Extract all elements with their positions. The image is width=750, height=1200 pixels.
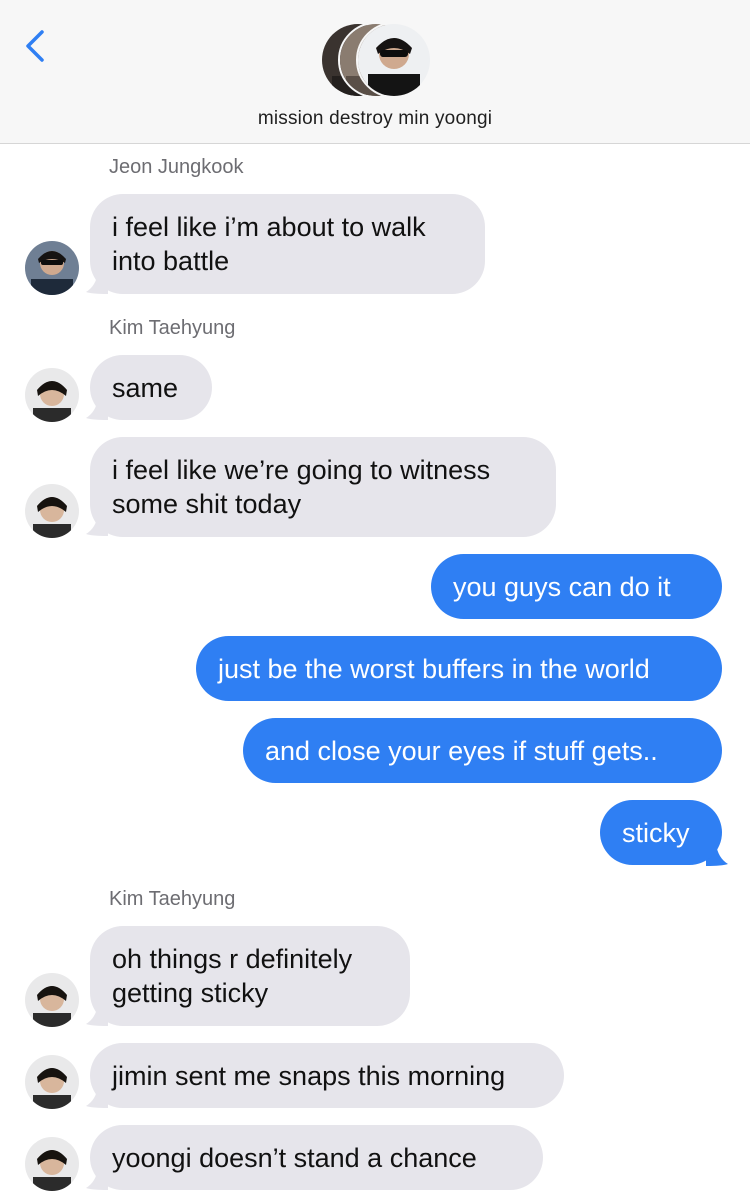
message-bubble[interactable]: jimin sent me snaps this morning [90,1043,564,1108]
message-bubble[interactable]: i feel like we’re going to witness some … [90,437,556,537]
message-line: and close your eyes if stuff gets.. [265,736,658,766]
message-bubble[interactable]: you guys can do it [431,554,722,619]
message-line: i feel like i’m about to walk [112,212,426,242]
message-bubble[interactable]: and close your eyes if stuff gets.. [243,718,722,783]
message-bubble[interactable]: sticky [600,800,722,865]
back-button[interactable] [22,26,52,66]
message-line: jimin sent me snaps this morning [112,1061,506,1091]
sender-avatar [25,1055,79,1109]
sender-avatar [25,368,79,422]
message-line: just be the worst buffers in the world [218,654,650,684]
group-avatar-stack[interactable] [320,20,432,98]
message-line: into battle [112,246,230,276]
message-bubble[interactable]: just be the worst buffers in the world [196,636,722,701]
message-line: yoongi doesn’t stand a chance [112,1143,477,1173]
sender-name: Kim Taehyung [109,888,236,910]
sender-avatar [25,973,79,1027]
member-avatar [356,22,432,98]
message-line: i feel like we’re going to witness [112,455,491,485]
sender-avatar [25,1137,79,1191]
sender-avatar [25,241,79,295]
sender-name: Kim Taehyung [109,317,236,339]
message-bubble[interactable]: oh things r definitely getting sticky [90,926,410,1026]
message-line: you guys can do it [453,572,671,602]
message-line: same [112,373,179,403]
message-line: oh things r definitely [112,944,353,974]
message-bubble[interactable]: same [90,355,212,420]
sender-avatar [25,484,79,538]
message-line: sticky [622,818,690,848]
sender-name: Jeon Jungkook [109,156,244,178]
message-bubble[interactable]: i feel like i’m about to walk into battl… [90,194,485,294]
message-bubble[interactable]: yoongi doesn’t stand a chance [90,1125,543,1190]
group-name[interactable]: mission destroy min yoongi [0,108,750,130]
message-line: getting sticky [112,978,269,1008]
chevron-left-icon [26,30,44,62]
conversation-header: mission destroy min yoongi [0,0,750,144]
message-line: some shit today [112,489,302,519]
